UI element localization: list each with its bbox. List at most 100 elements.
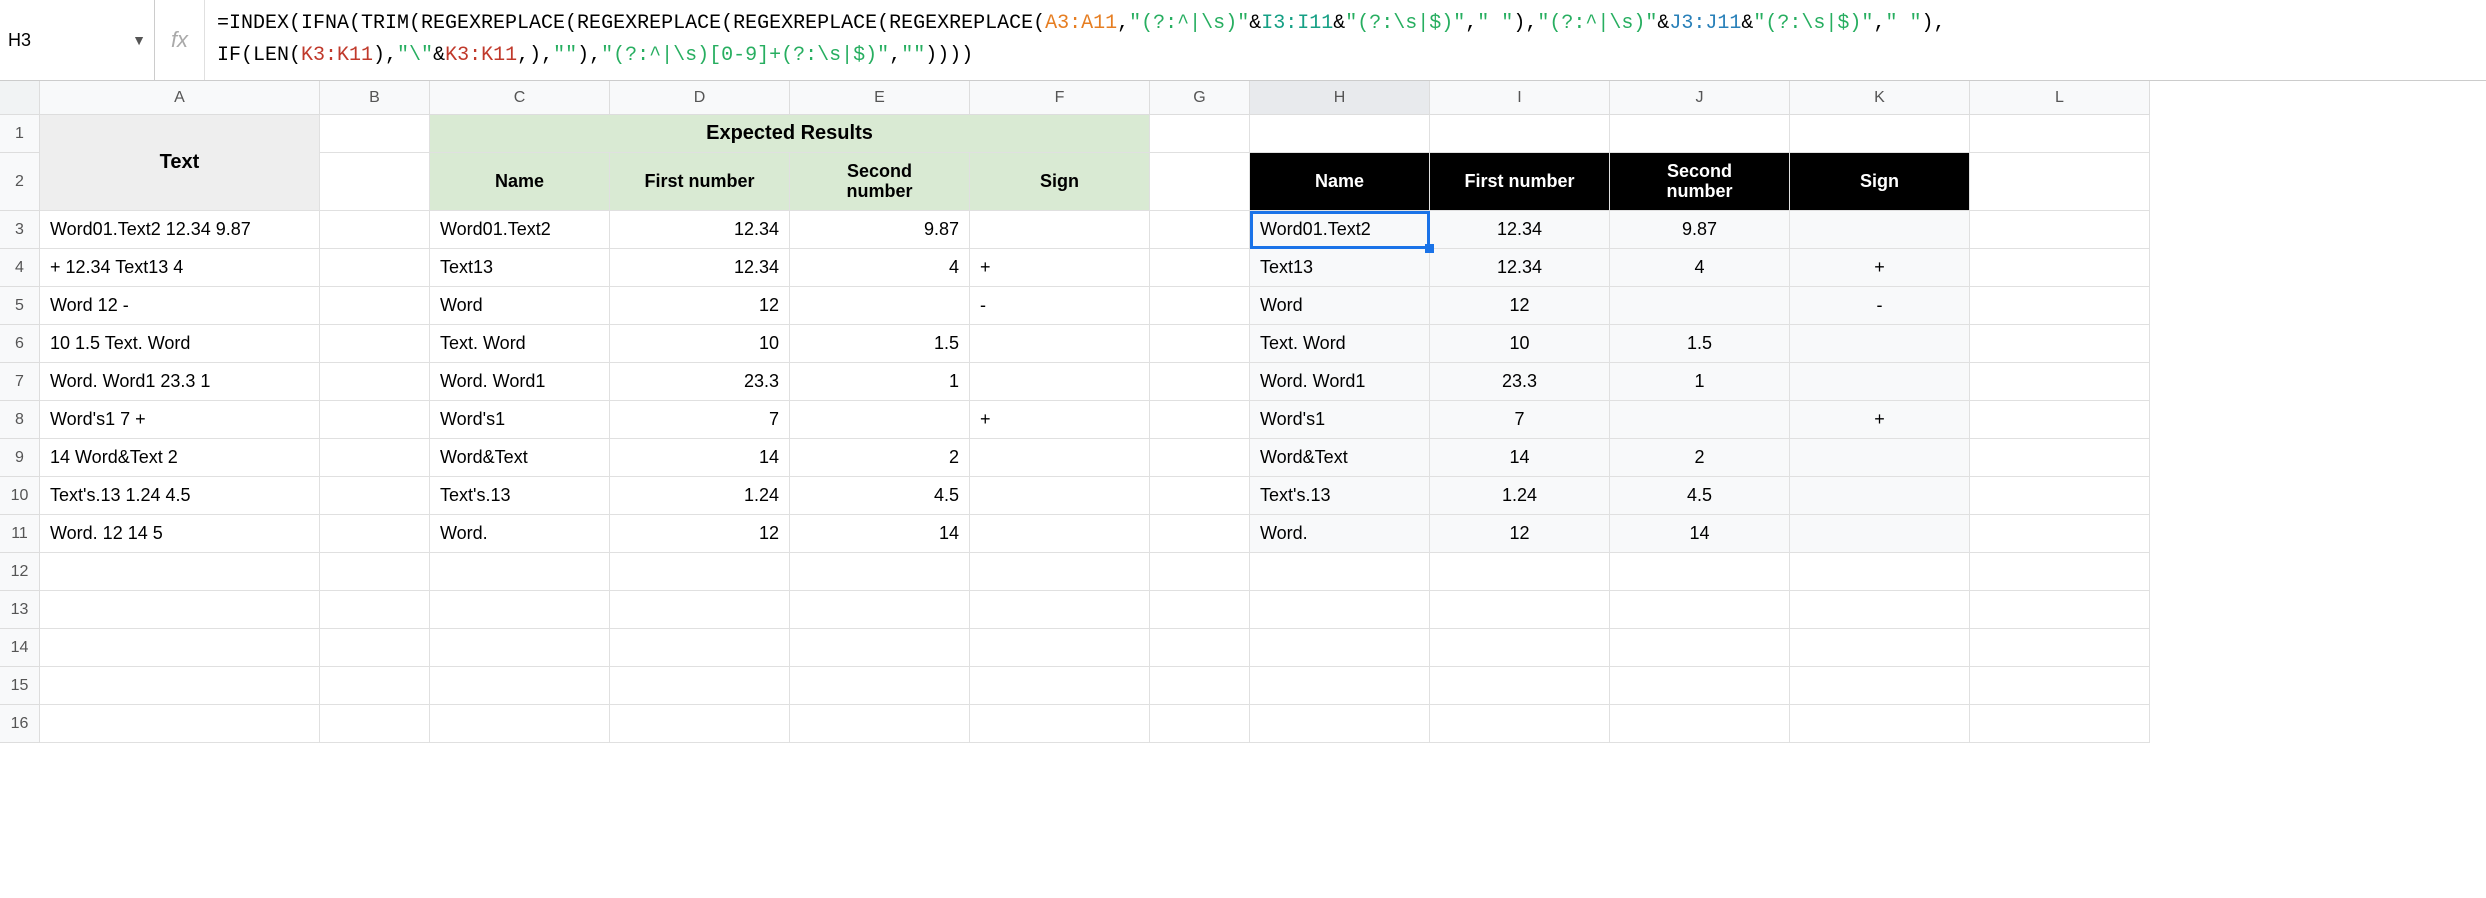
cell-L15[interactable] xyxy=(1970,667,2150,705)
cell-E9[interactable]: 2 xyxy=(790,439,970,477)
cell-C13[interactable] xyxy=(430,591,610,629)
cell-H3[interactable]: Word01.Text2 xyxy=(1250,211,1430,249)
cell-E3[interactable]: 9.87 xyxy=(790,211,970,249)
cell-B1[interactable] xyxy=(320,115,430,153)
row-header-2[interactable]: 2 xyxy=(0,153,40,211)
cell-L13[interactable] xyxy=(1970,591,2150,629)
cell-H13[interactable] xyxy=(1250,591,1430,629)
cell-B2[interactable] xyxy=(320,153,430,211)
cell-H7[interactable]: Word. Word1 xyxy=(1250,363,1430,401)
cell-E10[interactable]: 4.5 xyxy=(790,477,970,515)
cell-I16[interactable] xyxy=(1430,705,1610,743)
cell-H15[interactable] xyxy=(1250,667,1430,705)
cell-C6[interactable]: Text. Word xyxy=(430,325,610,363)
header-second-result[interactable]: Secondnumber xyxy=(1610,153,1790,211)
row-header-10[interactable]: 10 xyxy=(0,477,40,515)
cell-J7[interactable]: 1 xyxy=(1610,363,1790,401)
cell-L4[interactable] xyxy=(1970,249,2150,287)
cell-D14[interactable] xyxy=(610,629,790,667)
cell-L2[interactable] xyxy=(1970,153,2150,211)
cell-J3[interactable]: 9.87 xyxy=(1610,211,1790,249)
cell-I15[interactable] xyxy=(1430,667,1610,705)
cell-C8[interactable]: Word's1 xyxy=(430,401,610,439)
cell-H16[interactable] xyxy=(1250,705,1430,743)
row-header-5[interactable]: 5 xyxy=(0,287,40,325)
cell-L6[interactable] xyxy=(1970,325,2150,363)
cell-I7[interactable]: 23.3 xyxy=(1430,363,1610,401)
cell-D10[interactable]: 1.24 xyxy=(610,477,790,515)
cell-G1[interactable] xyxy=(1150,115,1250,153)
cell-F6[interactable] xyxy=(970,325,1150,363)
cell-D3[interactable]: 12.34 xyxy=(610,211,790,249)
cell-B3[interactable] xyxy=(320,211,430,249)
cell-C4[interactable]: Text13 xyxy=(430,249,610,287)
cell-A10[interactable]: Text's.13 1.24 4.5 xyxy=(40,477,320,515)
cell-J9[interactable]: 2 xyxy=(1610,439,1790,477)
header-first-expected[interactable]: First number xyxy=(610,153,790,211)
row-header-12[interactable]: 12 xyxy=(0,553,40,591)
cell-G6[interactable] xyxy=(1150,325,1250,363)
cell-E11[interactable]: 14 xyxy=(790,515,970,553)
cell-H11[interactable]: Word. xyxy=(1250,515,1430,553)
cell-F12[interactable] xyxy=(970,553,1150,591)
cell-J16[interactable] xyxy=(1610,705,1790,743)
row-header-13[interactable]: 13 xyxy=(0,591,40,629)
cell-G7[interactable] xyxy=(1150,363,1250,401)
cell-J14[interactable] xyxy=(1610,629,1790,667)
cell-K4[interactable]: + xyxy=(1790,249,1970,287)
cell-J8[interactable] xyxy=(1610,401,1790,439)
header-expected-results[interactable]: Expected Results xyxy=(430,115,1150,153)
header-name-expected[interactable]: Name xyxy=(430,153,610,211)
cell-F5[interactable]: - xyxy=(970,287,1150,325)
cell-A5[interactable]: Word 12 - xyxy=(40,287,320,325)
cell-F9[interactable] xyxy=(970,439,1150,477)
cell-F4[interactable]: + xyxy=(970,249,1150,287)
col-header-J[interactable]: J xyxy=(1610,81,1790,115)
cell-L12[interactable] xyxy=(1970,553,2150,591)
cell-G8[interactable] xyxy=(1150,401,1250,439)
cell-C15[interactable] xyxy=(430,667,610,705)
cell-K12[interactable] xyxy=(1790,553,1970,591)
name-box[interactable]: ▼ xyxy=(0,0,155,80)
cell-I9[interactable]: 14 xyxy=(1430,439,1610,477)
cell-H1[interactable] xyxy=(1250,115,1430,153)
cell-I3[interactable]: 12.34 xyxy=(1430,211,1610,249)
col-header-I[interactable]: I xyxy=(1430,81,1610,115)
cell-E16[interactable] xyxy=(790,705,970,743)
cell-K10[interactable] xyxy=(1790,477,1970,515)
cell-I4[interactable]: 12.34 xyxy=(1430,249,1610,287)
cell-G14[interactable] xyxy=(1150,629,1250,667)
cell-B10[interactable] xyxy=(320,477,430,515)
col-header-F[interactable]: F xyxy=(970,81,1150,115)
cell-L14[interactable] xyxy=(1970,629,2150,667)
header-second-expected[interactable]: Secondnumber xyxy=(790,153,970,211)
cell-K14[interactable] xyxy=(1790,629,1970,667)
cell-B12[interactable] xyxy=(320,553,430,591)
cell-L7[interactable] xyxy=(1970,363,2150,401)
col-header-B[interactable]: B xyxy=(320,81,430,115)
row-header-9[interactable]: 9 xyxy=(0,439,40,477)
cell-A8[interactable]: Word's1 7 + xyxy=(40,401,320,439)
cell-A7[interactable]: Word. Word1 23.3 1 xyxy=(40,363,320,401)
cell-I13[interactable] xyxy=(1430,591,1610,629)
cell-G13[interactable] xyxy=(1150,591,1250,629)
cell-A9[interactable]: 14 Word&Text 2 xyxy=(40,439,320,477)
cell-B15[interactable] xyxy=(320,667,430,705)
cell-D5[interactable]: 12 xyxy=(610,287,790,325)
cell-A4[interactable]: + 12.34 Text13 4 xyxy=(40,249,320,287)
cell-G9[interactable] xyxy=(1150,439,1250,477)
cell-A14[interactable] xyxy=(40,629,320,667)
cell-B4[interactable] xyxy=(320,249,430,287)
cell-J4[interactable]: 4 xyxy=(1610,249,1790,287)
cell-A13[interactable] xyxy=(40,591,320,629)
row-header-14[interactable]: 14 xyxy=(0,629,40,667)
cell-D4[interactable]: 12.34 xyxy=(610,249,790,287)
cell-D8[interactable]: 7 xyxy=(610,401,790,439)
cell-A15[interactable] xyxy=(40,667,320,705)
cell-G16[interactable] xyxy=(1150,705,1250,743)
cell-C12[interactable] xyxy=(430,553,610,591)
cell-A3[interactable]: Word01.Text2 12.34 9.87 xyxy=(40,211,320,249)
cell-C14[interactable] xyxy=(430,629,610,667)
header-text[interactable]: Text xyxy=(40,115,320,211)
cell-B7[interactable] xyxy=(320,363,430,401)
